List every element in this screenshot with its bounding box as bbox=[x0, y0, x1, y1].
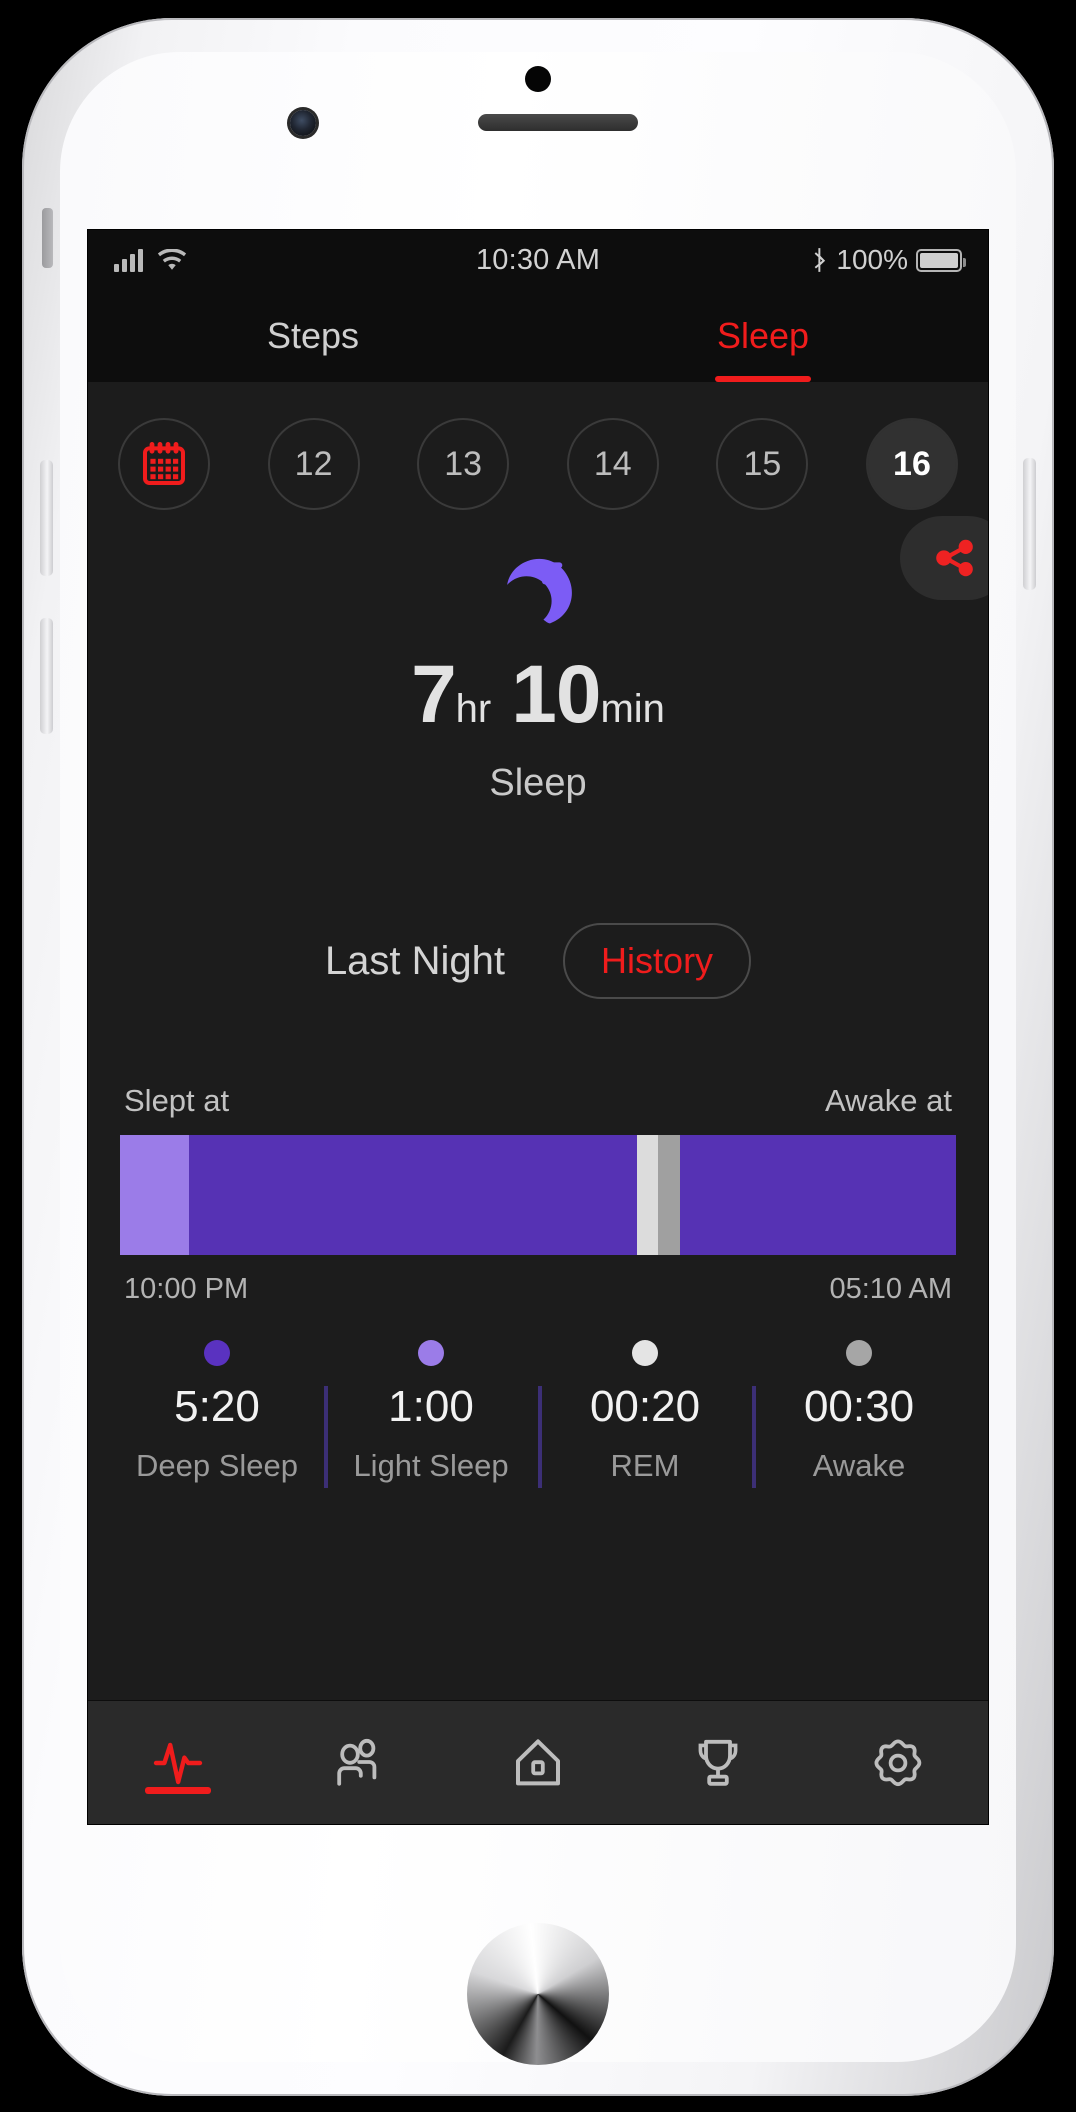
sleep-summary-label: Sleep bbox=[489, 762, 587, 804]
stat-label: Awake bbox=[812, 1448, 906, 1483]
calendar-icon bbox=[143, 442, 185, 485]
bluetooth-icon bbox=[815, 248, 826, 272]
timeline-segment-deep-sleep-1 bbox=[189, 1135, 637, 1255]
awake-at-label: Awake at bbox=[825, 1083, 952, 1118]
nav-item-activity[interactable] bbox=[88, 1701, 268, 1824]
sleep-minutes-value: 10 bbox=[511, 649, 601, 740]
mute-switch[interactable] bbox=[42, 208, 53, 268]
tab-steps[interactable]: Steps bbox=[88, 290, 538, 382]
date-selector: 12 13 14 15 16 bbox=[88, 382, 988, 520]
phone-screen: 10:30 AM 100% Steps Sleep 12 13 14 15 16… bbox=[88, 230, 988, 1824]
activity-pulse-icon bbox=[153, 1742, 203, 1784]
stat-value: 00:30 bbox=[803, 1382, 915, 1431]
home-button-area bbox=[22, 1876, 1054, 2096]
home-button[interactable] bbox=[467, 1923, 609, 2065]
status-bar-right: 100% bbox=[600, 244, 967, 276]
history-button[interactable]: History bbox=[563, 923, 752, 999]
date-label: 13 bbox=[444, 444, 483, 483]
stat-label: Deep Sleep bbox=[135, 1448, 298, 1483]
stat-light-sleep: 1:00 Light Sleep bbox=[324, 1340, 538, 1488]
calendar-picker-button[interactable] bbox=[118, 418, 210, 510]
tab-sleep[interactable]: Sleep bbox=[538, 290, 988, 382]
timeline-bar[interactable] bbox=[120, 1135, 956, 1255]
power-button[interactable] bbox=[1023, 458, 1036, 590]
stat-awake: 00:30 Awake bbox=[752, 1340, 966, 1488]
last-night-header: Last Night History bbox=[88, 923, 988, 999]
date-label: 12 bbox=[294, 444, 333, 483]
timeline-segment-light-sleep-0 bbox=[120, 1135, 190, 1255]
volume-down-button[interactable] bbox=[40, 618, 53, 734]
stage-color-dot bbox=[418, 1340, 444, 1366]
people-icon bbox=[337, 1738, 377, 1786]
cellular-signal-icon bbox=[114, 248, 143, 272]
timeline-segment-deep-sleep-4 bbox=[680, 1135, 956, 1255]
date-label: 14 bbox=[593, 444, 632, 483]
stat-value: 1:00 bbox=[388, 1382, 474, 1431]
date-option-15[interactable]: 15 bbox=[716, 418, 809, 510]
stat-deep-sleep: 5:20 Deep Sleep bbox=[110, 1340, 324, 1484]
slept-at-label: Slept at bbox=[124, 1083, 230, 1118]
nav-active-indicator bbox=[145, 1787, 211, 1794]
sleep-timeline-chart: Slept at Awake at 10:00 PM 05:10 AM bbox=[88, 1083, 988, 1306]
last-night-title: Last Night bbox=[324, 938, 506, 983]
sleep-duration: 7hr 10min bbox=[88, 640, 988, 736]
tab-sleep-label: Sleep bbox=[716, 315, 810, 356]
stat-value: 00:20 bbox=[589, 1382, 701, 1431]
home-icon bbox=[516, 1738, 560, 1785]
status-bar-clock: 10:30 AM bbox=[475, 243, 601, 276]
timeline-times: 10:00 PM 05:10 AM bbox=[120, 1255, 956, 1306]
status-bar-left bbox=[114, 248, 476, 272]
screenshot-stage: 10:30 AM 100% Steps Sleep 12 13 14 15 16… bbox=[0, 0, 1076, 2112]
stat-value: 5:20 bbox=[174, 1382, 260, 1431]
sleep-summary: 7hr 10min Sleep bbox=[88, 516, 988, 805]
sleep-end-time: 05:10 AM bbox=[829, 1273, 952, 1305]
front-camera-icon bbox=[525, 66, 551, 92]
screen-content: 12 13 14 15 16 7hr 10min Sleep Last Nigh… bbox=[88, 382, 988, 1824]
nav-item-home[interactable] bbox=[448, 1701, 628, 1824]
share-icon bbox=[936, 539, 973, 577]
timeline-segment-rem-2 bbox=[636, 1135, 659, 1255]
bottom-nav-bar bbox=[88, 1700, 988, 1824]
date-option-14[interactable]: 14 bbox=[566, 418, 659, 510]
stage-color-dot bbox=[632, 1340, 658, 1366]
top-tab-bar: Steps Sleep bbox=[88, 290, 988, 382]
timeline-endpoint-labels: Slept at Awake at bbox=[120, 1083, 956, 1135]
sleep-stage-stats: 5:20 Deep Sleep 1:00 Light Sleep 00:20 REM 00:… bbox=[88, 1340, 988, 1488]
date-option-13[interactable]: 13 bbox=[417, 418, 510, 510]
date-option-12[interactable]: 12 bbox=[267, 418, 360, 510]
stage-color-dot bbox=[204, 1340, 230, 1366]
proximity-sensor-icon bbox=[290, 110, 316, 136]
sleep-hours-unit: hr bbox=[455, 687, 492, 731]
settings-gear-icon bbox=[874, 1739, 922, 1786]
battery-icon bbox=[916, 248, 967, 272]
date-label: 16 bbox=[893, 444, 931, 483]
stat-rem: 00:20 REM bbox=[538, 1340, 752, 1488]
share-button[interactable] bbox=[900, 516, 988, 600]
earpiece-speaker bbox=[478, 114, 638, 131]
nav-item-achievements[interactable] bbox=[628, 1701, 808, 1824]
status-bar: 10:30 AM 100% bbox=[88, 230, 988, 290]
nav-item-settings[interactable] bbox=[808, 1701, 988, 1824]
battery-percent-label: 100% bbox=[836, 244, 909, 275]
stage-color-dot bbox=[846, 1340, 872, 1366]
wifi-icon bbox=[157, 248, 187, 270]
sleep-hours-value: 7 bbox=[411, 649, 457, 740]
stat-label: REM bbox=[610, 1448, 680, 1483]
moon-sleep-icon bbox=[507, 558, 572, 624]
nav-item-friends[interactable] bbox=[268, 1701, 448, 1824]
sleep-start-time: 10:00 PM bbox=[124, 1273, 249, 1305]
date-label: 15 bbox=[743, 444, 782, 483]
sleep-minutes-unit: min bbox=[600, 687, 665, 731]
tab-steps-label: Steps bbox=[266, 315, 360, 356]
timeline-segment-awake-3 bbox=[658, 1135, 681, 1255]
trophy-icon bbox=[698, 1739, 738, 1786]
volume-up-button[interactable] bbox=[40, 460, 53, 576]
date-option-16-selected[interactable]: 16 bbox=[865, 418, 958, 510]
stat-label: Light Sleep bbox=[353, 1448, 509, 1483]
